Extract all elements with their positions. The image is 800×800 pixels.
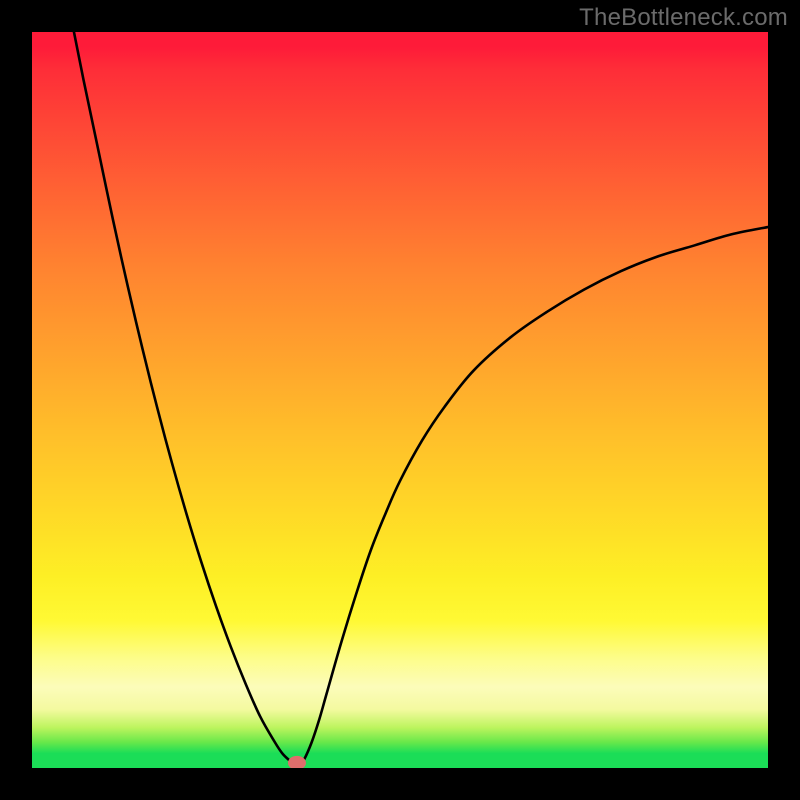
plot-area: [32, 32, 768, 768]
curve-left-branch: [74, 32, 294, 765]
chart-frame: TheBottleneck.com: [0, 0, 800, 800]
curve-right-branch: [300, 227, 768, 765]
curve-svg: [32, 32, 768, 768]
watermark: TheBottleneck.com: [579, 4, 788, 32]
optimum-marker: [288, 756, 306, 768]
